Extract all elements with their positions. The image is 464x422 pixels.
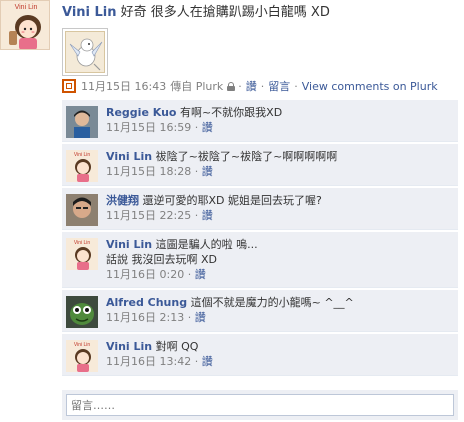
comment-like-link[interactable]: 讚 — [195, 311, 206, 324]
comment-text: 這個不就是魔力的小龍嗎~ ^__^ — [190, 296, 354, 309]
post-content: Vini Lin 好奇 很多人在搶購趴踢小白龍嗎 XD — [62, 4, 460, 22]
post-text: 好奇 很多人在搶購趴踢小白龍嗎 XD — [120, 5, 330, 20]
commenter-avatar[interactable]: Vini Lin — [66, 150, 98, 182]
post-author-name[interactable]: Vini Lin — [62, 5, 117, 20]
comment-link[interactable]: 留言 — [268, 78, 290, 94]
comment-text: 這圖是騙人的啦 嗚... — [155, 238, 258, 251]
separator-dot: · — [294, 79, 298, 93]
view-comments-link[interactable]: View comments on Plurk — [302, 80, 438, 93]
comment-timestamp: 11月15日 18:28 — [106, 165, 192, 178]
comment-text: 還逆可愛的耶XD 妮姐是回去玩了喔? — [142, 194, 322, 207]
avatar-caption: Vini Lin — [74, 342, 91, 348]
comment-timestamp: 11月16日 2:13 — [106, 311, 185, 324]
post-meta: 11月15日 16:43 傳自 Plurk · 讚 · 留言 · View co… — [62, 78, 438, 94]
commenter-name[interactable]: Alfred Chung — [106, 296, 187, 309]
like-link[interactable]: 讚 — [246, 78, 257, 94]
commenter-name[interactable]: 洪健翔 — [106, 194, 139, 207]
commenter-name[interactable]: Vini Lin — [106, 238, 152, 251]
comment-like-link[interactable]: 讚 — [202, 209, 213, 222]
comment-item: Reggie Kuo 有啊~不就你跟我XD 11月15日 16:59 · 讚 — [62, 100, 458, 142]
comment-like-link[interactable]: 讚 — [202, 121, 213, 134]
avatar-illustration: Vini Lin — [1, 1, 49, 49]
post-author-avatar[interactable]: Vini Lin — [0, 0, 50, 50]
comment-text-line-2: 話說 我沒回去玩啊 XD — [106, 253, 217, 266]
comment-like-link[interactable]: 讚 — [195, 268, 206, 281]
comment-item: 洪健翔 還逆可愛的耶XD 妮姐是回去玩了喔? 11月15日 22:25 · 讚 — [62, 188, 458, 230]
comment-item: Alfred Chung 這個不就是魔力的小龍嗎~ ^__^ 11月16日 2:… — [62, 290, 458, 332]
separator-dot: · — [238, 79, 242, 93]
comment-text: 對啊 QQ — [155, 340, 199, 353]
commenter-avatar[interactable]: Vini Lin — [66, 238, 98, 270]
comment-timestamp: 11月16日 13:42 — [106, 355, 192, 368]
avatar-caption: Vini Lin — [74, 240, 91, 246]
plurk-icon — [62, 79, 76, 93]
post-timestamp[interactable]: 11月15日 16:43 — [81, 78, 166, 94]
post-source: 傳自 Plurk — [170, 80, 224, 93]
comment-text: 祓陰了~祓陰了~祓陰了~啊啊啊啊啊 — [155, 150, 338, 163]
commenter-avatar[interactable] — [66, 296, 98, 328]
commenter-avatar[interactable] — [66, 106, 98, 138]
comment-timestamp: 11月15日 22:25 — [106, 209, 192, 222]
avatar-caption: Vini Lin — [15, 4, 38, 11]
post-body: Vini Lin 好奇 很多人在搶購趴踢小白龍嗎 XD — [62, 4, 460, 76]
comment-item: Vini Lin Vini Lin 這圖是騙人的啦 嗚... 話說 我沒回去玩啊 … — [62, 232, 458, 288]
comment-text: 有啊~不就你跟我XD — [179, 106, 283, 119]
commenter-name[interactable]: Vini Lin — [106, 340, 152, 353]
commenter-avatar[interactable] — [66, 194, 98, 226]
commenter-name[interactable]: Reggie Kuo — [106, 106, 176, 119]
comment-item: Vini Lin Vini Lin 祓陰了~祓陰了~祓陰了~啊啊啊啊啊 11月1… — [62, 144, 458, 186]
lock-icon — [227, 81, 236, 91]
comment-like-link[interactable]: 讚 — [202, 355, 213, 368]
comment-input[interactable] — [66, 394, 454, 416]
comment-timestamp: 11月15日 16:59 — [106, 121, 192, 134]
commenter-avatar[interactable]: Vini Lin — [66, 340, 98, 372]
separator-dot: · — [260, 79, 265, 93]
comment-item: Vini Lin Vini Lin 對啊 QQ 11月16日 13:42 · 讚 — [62, 334, 458, 376]
comment-list: Reggie Kuo 有啊~不就你跟我XD 11月15日 16:59 · 讚 V… — [62, 100, 458, 378]
avatar-caption: Vini Lin — [74, 152, 91, 158]
dragon-image — [69, 38, 103, 71]
post-image-thumbnail[interactable] — [62, 28, 108, 76]
comment-like-link[interactable]: 讚 — [202, 165, 213, 178]
comment-timestamp: 11月16日 0:20 — [106, 268, 185, 281]
commenter-name[interactable]: Vini Lin — [106, 150, 152, 163]
